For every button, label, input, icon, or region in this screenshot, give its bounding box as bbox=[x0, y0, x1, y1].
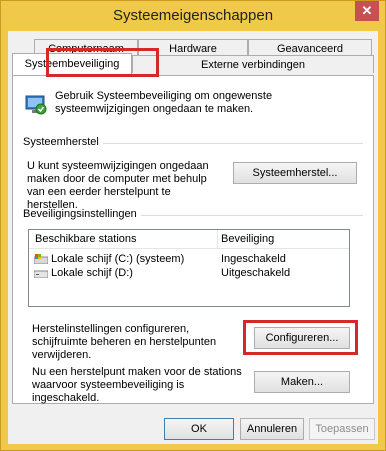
drive-name: Lokale schijf (D:) bbox=[51, 267, 133, 279]
local-drive-icon bbox=[34, 270, 48, 278]
cancel-button[interactable]: Annuleren bbox=[240, 418, 304, 440]
system-restore-button[interactable]: Systeemherstel... bbox=[233, 162, 357, 184]
drive-name: Lokale schijf (C:) (systeem) bbox=[51, 253, 185, 265]
protection-status: Ingeschakeld bbox=[221, 253, 286, 265]
column-header-protection[interactable]: Beveiliging bbox=[221, 233, 274, 245]
active-tab-highlight bbox=[46, 48, 159, 77]
system-drive-icon bbox=[34, 254, 48, 264]
system-properties-window: Systeemeigenschappen ✕ Computernaam Hard… bbox=[0, 0, 386, 451]
configure-description: Herstelinstellingen configureren, schijf… bbox=[32, 323, 217, 361]
protection-group-label: Beveiligingsinstellingen bbox=[23, 208, 141, 220]
restore-group-label: Systeemherstel bbox=[23, 136, 103, 148]
list-header: Beschikbare stations Beveiliging bbox=[29, 230, 349, 249]
protection-status: Uitgeschakeld bbox=[221, 267, 291, 279]
close-button[interactable]: ✕ bbox=[355, 1, 379, 21]
configure-highlight bbox=[243, 320, 358, 355]
apply-button[interactable]: Toepassen bbox=[309, 418, 375, 440]
system-protection-icon bbox=[25, 95, 47, 115]
dialog-client-area: Computernaam Hardware Geavanceerd Systee… bbox=[8, 31, 378, 444]
tab-externe-verbindingen[interactable]: Externe verbindingen bbox=[132, 55, 374, 73]
list-item[interactable]: Lokale schijf (D:) Uitgeschakeld bbox=[29, 266, 349, 280]
list-item[interactable]: Lokale schijf (C:) (systeem) Ingeschakel… bbox=[29, 252, 349, 266]
column-separator bbox=[217, 230, 218, 248]
create-button[interactable]: Maken... bbox=[254, 371, 350, 393]
create-description: Nu een herstelpunt maken voor de station… bbox=[32, 366, 242, 404]
drives-list[interactable]: Beschikbare stations Beveiliging Lokale … bbox=[28, 229, 350, 307]
intro-text: Gebruik Systeembeveiliging om ongewenste… bbox=[55, 90, 273, 115]
column-header-drives[interactable]: Beschikbare stations bbox=[35, 233, 137, 245]
ok-button[interactable]: OK bbox=[164, 418, 234, 440]
window-title: Systeemeigenschappen bbox=[112, 7, 274, 24]
restore-description: U kunt systeemwijzigingen ongedaan maken… bbox=[27, 160, 209, 211]
title-bar[interactable]: Systeemeigenschappen ✕ bbox=[1, 1, 385, 31]
